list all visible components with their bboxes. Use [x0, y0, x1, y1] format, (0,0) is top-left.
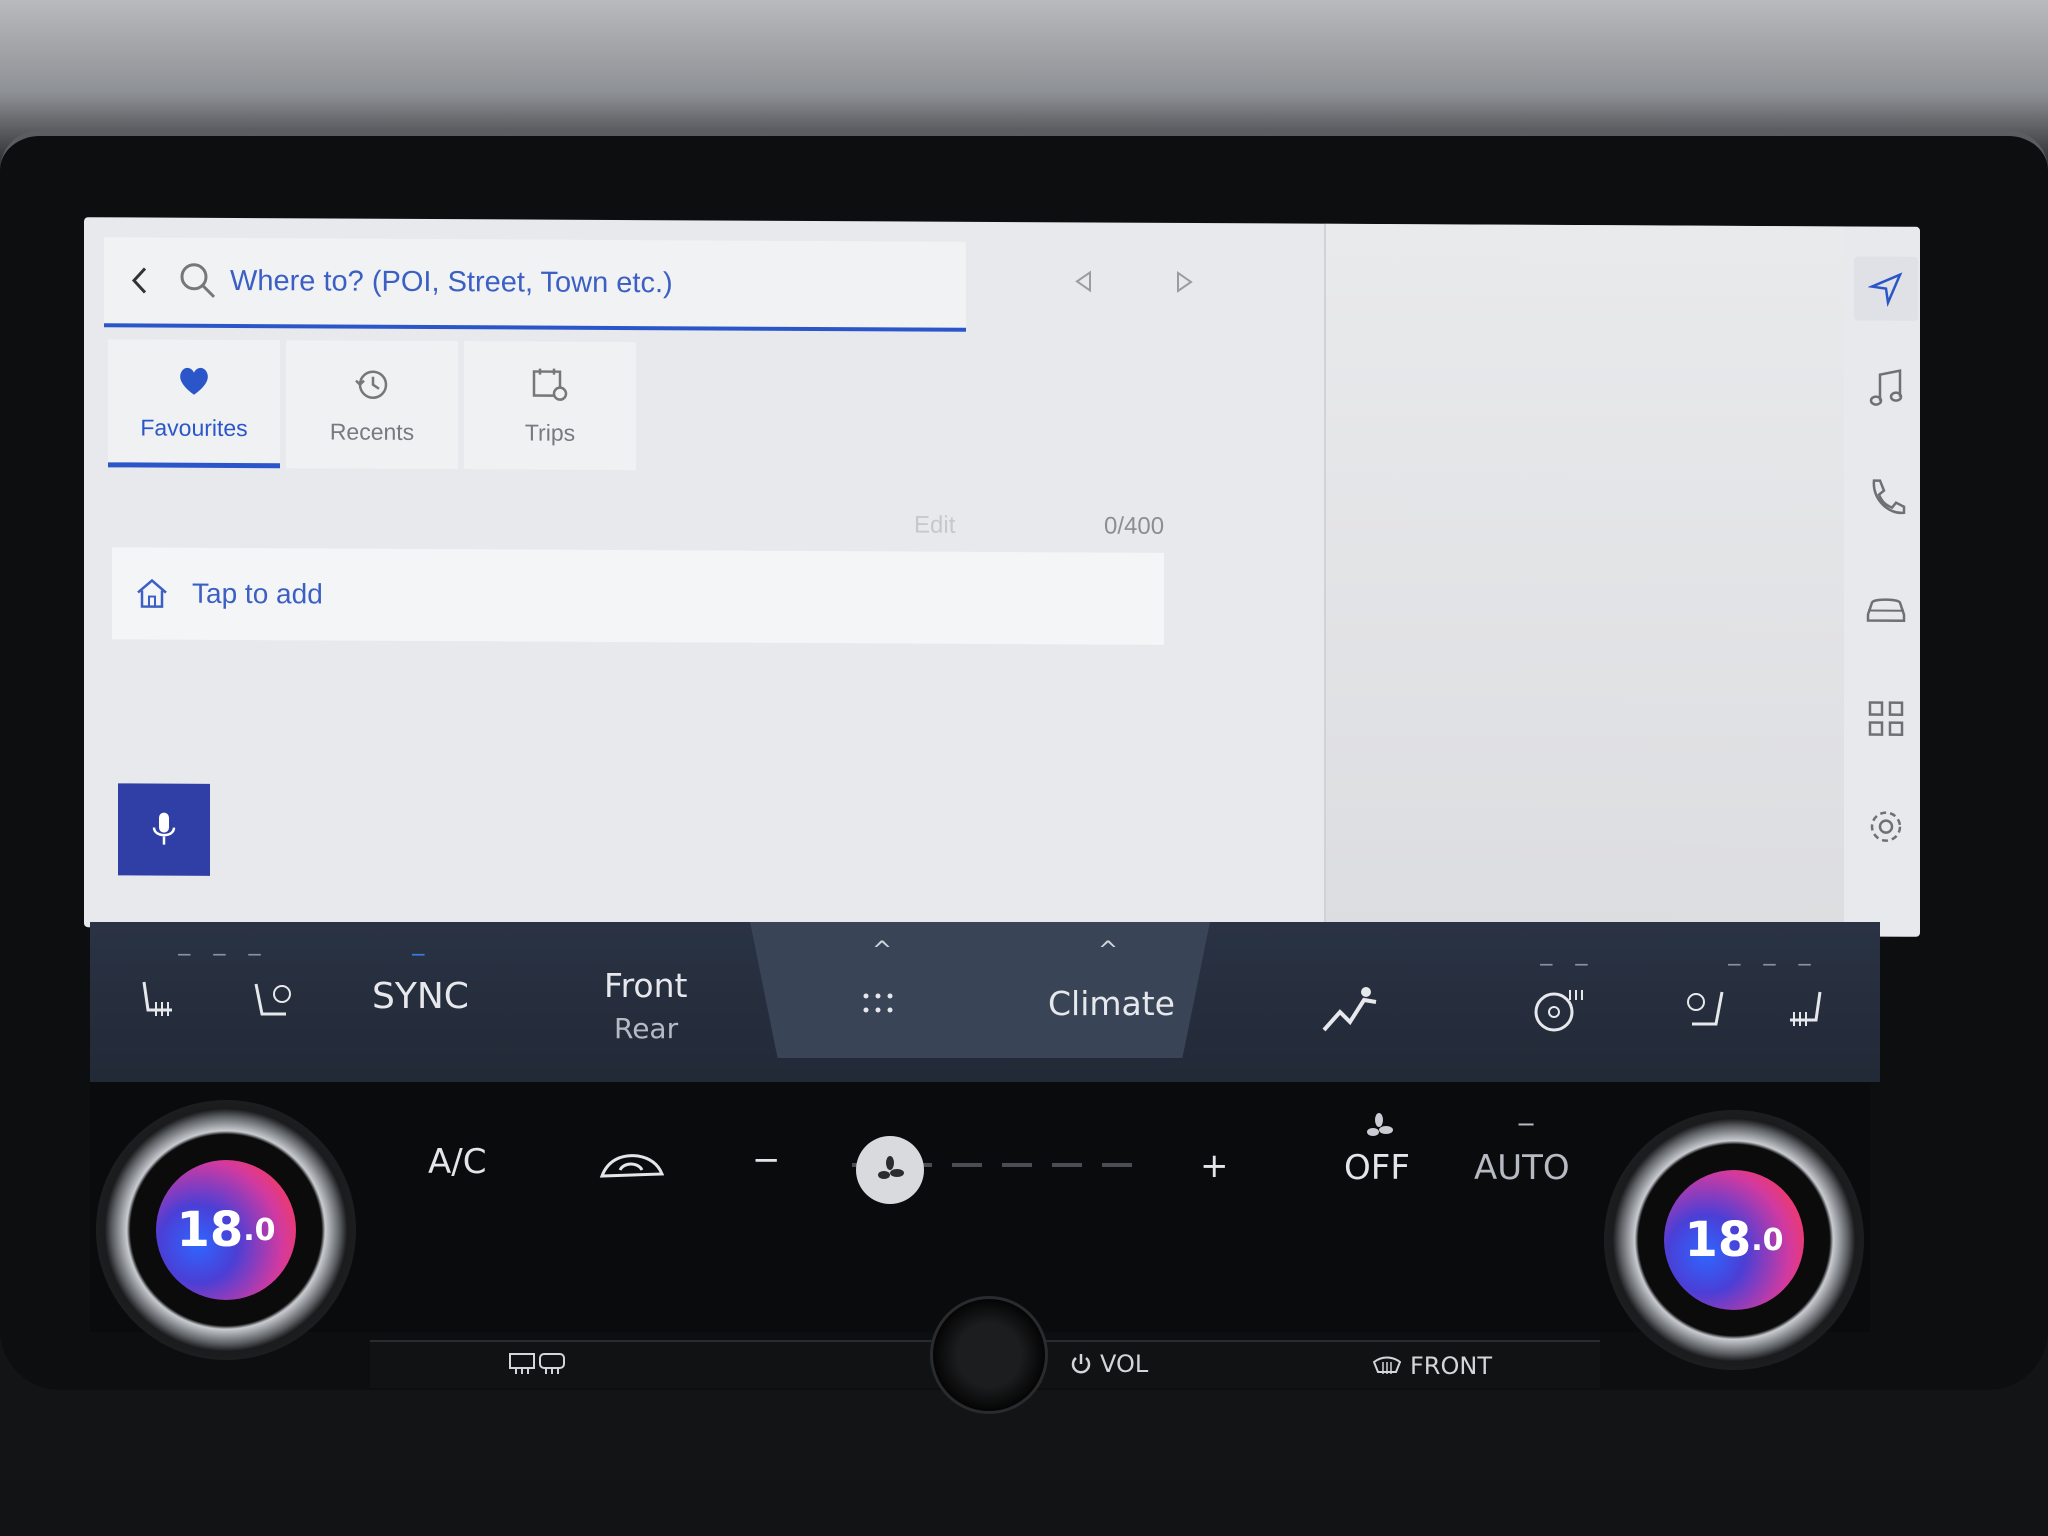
back-button[interactable] [104, 235, 176, 325]
calendar-pin-icon [532, 368, 568, 401]
tab-recents[interactable]: Recents [286, 340, 458, 470]
expand-caret-icon: ^ [872, 936, 893, 964]
search-bar[interactable]: Where to? (POI, Street, Town etc.) [104, 237, 966, 332]
tab-trips[interactable]: Trips [464, 341, 636, 471]
seat-heat-left-icon[interactable] [130, 972, 186, 1028]
auto-indicator: − [1516, 1110, 1537, 1138]
search-icon [180, 263, 216, 298]
temp-display-left: 18.0 [156, 1160, 296, 1300]
temp-display-right: 18.0 [1664, 1170, 1804, 1310]
home-label: Tap to add [192, 577, 323, 610]
volume-power-button[interactable]: VOL [1070, 1350, 1148, 1378]
fan-level-slider[interactable] [856, 1136, 924, 1204]
map-area[interactable] [1324, 223, 1844, 937]
seat-vent-right-icon[interactable] [1676, 984, 1732, 1036]
front-defrost-icon [1372, 1356, 1402, 1374]
tab-label: Trips [524, 419, 576, 446]
right-temp-decimal: .0 [1751, 1222, 1784, 1258]
heart-icon [180, 367, 208, 395]
climate-caret-icon: ^ [1098, 936, 1119, 964]
rear-zone-button[interactable]: Rear [614, 1012, 678, 1045]
settings-icon[interactable] [1862, 803, 1910, 851]
navigation-icon [1868, 272, 1903, 307]
side-menu [1854, 256, 1920, 936]
chevron-left-icon [131, 267, 147, 294]
apps-icon[interactable] [1862, 695, 1910, 743]
hvac-panel [90, 1082, 1870, 1332]
sync-button[interactable]: SYNC [372, 976, 469, 1017]
favourites-count: 0/400 [1104, 512, 1165, 540]
left-temp-decimal: .0 [243, 1212, 276, 1248]
home-icon [137, 578, 167, 608]
ac-button[interactable]: A/C [428, 1142, 486, 1182]
rear-defrost-icon[interactable] [508, 1350, 566, 1376]
power-icon [1071, 1354, 1091, 1374]
seat-heat-right-icon[interactable] [1776, 984, 1832, 1036]
auto-button[interactable]: AUTO [1474, 1148, 1570, 1188]
grid-dots-icon[interactable] [860, 990, 896, 1018]
tab-favourites[interactable]: Favourites [108, 339, 280, 469]
triangle-left-icon[interactable] [1074, 270, 1094, 293]
search-input[interactable]: Where to? (POI, Street, Town etc.) [230, 264, 673, 299]
climate-strip: − − − − SYNC Front Rear ^ ^ Climate − − … [90, 922, 1880, 1082]
fan-increase-button[interactable]: + [1200, 1146, 1229, 1186]
climate-menu-button[interactable]: Climate [1048, 984, 1175, 1023]
edit-button[interactable]: Edit [914, 512, 955, 540]
temp-knob-right[interactable]: 18.0 [1604, 1110, 1864, 1370]
destination-tabs: Favourites Recents Trips [108, 339, 636, 471]
temp-knob-left[interactable]: 18.0 [96, 1100, 356, 1360]
history-icon [355, 369, 388, 399]
seat-heat-level-left: − − − [176, 942, 269, 966]
voice-button[interactable] [118, 783, 210, 876]
front-zone-button[interactable]: Front [604, 966, 687, 1005]
volume-knob[interactable] [930, 1296, 1048, 1414]
microphone-icon [152, 812, 176, 845]
recirculation-icon[interactable] [598, 1146, 668, 1186]
fan-off-button[interactable]: OFF [1344, 1148, 1410, 1188]
seat-vent-left-icon[interactable] [246, 972, 302, 1028]
nav-screen: Where to? (POI, Street, Town etc.) Favou… [84, 217, 1920, 937]
left-temp-value: 18 [176, 1202, 244, 1258]
fan-decrease-button[interactable]: − [752, 1140, 781, 1180]
front-defrost-button[interactable]: FRONT [1372, 1352, 1492, 1380]
music-icon[interactable] [1862, 365, 1910, 413]
right-temp-value: 18 [1684, 1212, 1752, 1268]
tab-label: Favourites [140, 414, 248, 442]
front-label: FRONT [1410, 1352, 1492, 1380]
fan-off-icon [1367, 1113, 1393, 1136]
tab-label: Recents [329, 417, 415, 445]
sync-indicator: − [410, 942, 433, 966]
steering-heat-level: − − [1538, 952, 1596, 976]
seat-heat-level-right: − − − [1726, 952, 1819, 976]
car-icon[interactable] [1862, 585, 1910, 633]
home-favourite-row[interactable]: Tap to add [112, 547, 1164, 645]
steering-heat-icon[interactable] [1530, 984, 1586, 1036]
vol-label: VOL [1100, 1350, 1149, 1378]
phone-icon[interactable] [1862, 475, 1910, 523]
triangle-right-icon[interactable] [1174, 271, 1194, 293]
page-arrows [1074, 270, 1194, 293]
fan-icon [878, 1156, 904, 1179]
airflow-mode-icon[interactable] [1320, 982, 1380, 1038]
side-nav-button[interactable] [1854, 256, 1918, 321]
